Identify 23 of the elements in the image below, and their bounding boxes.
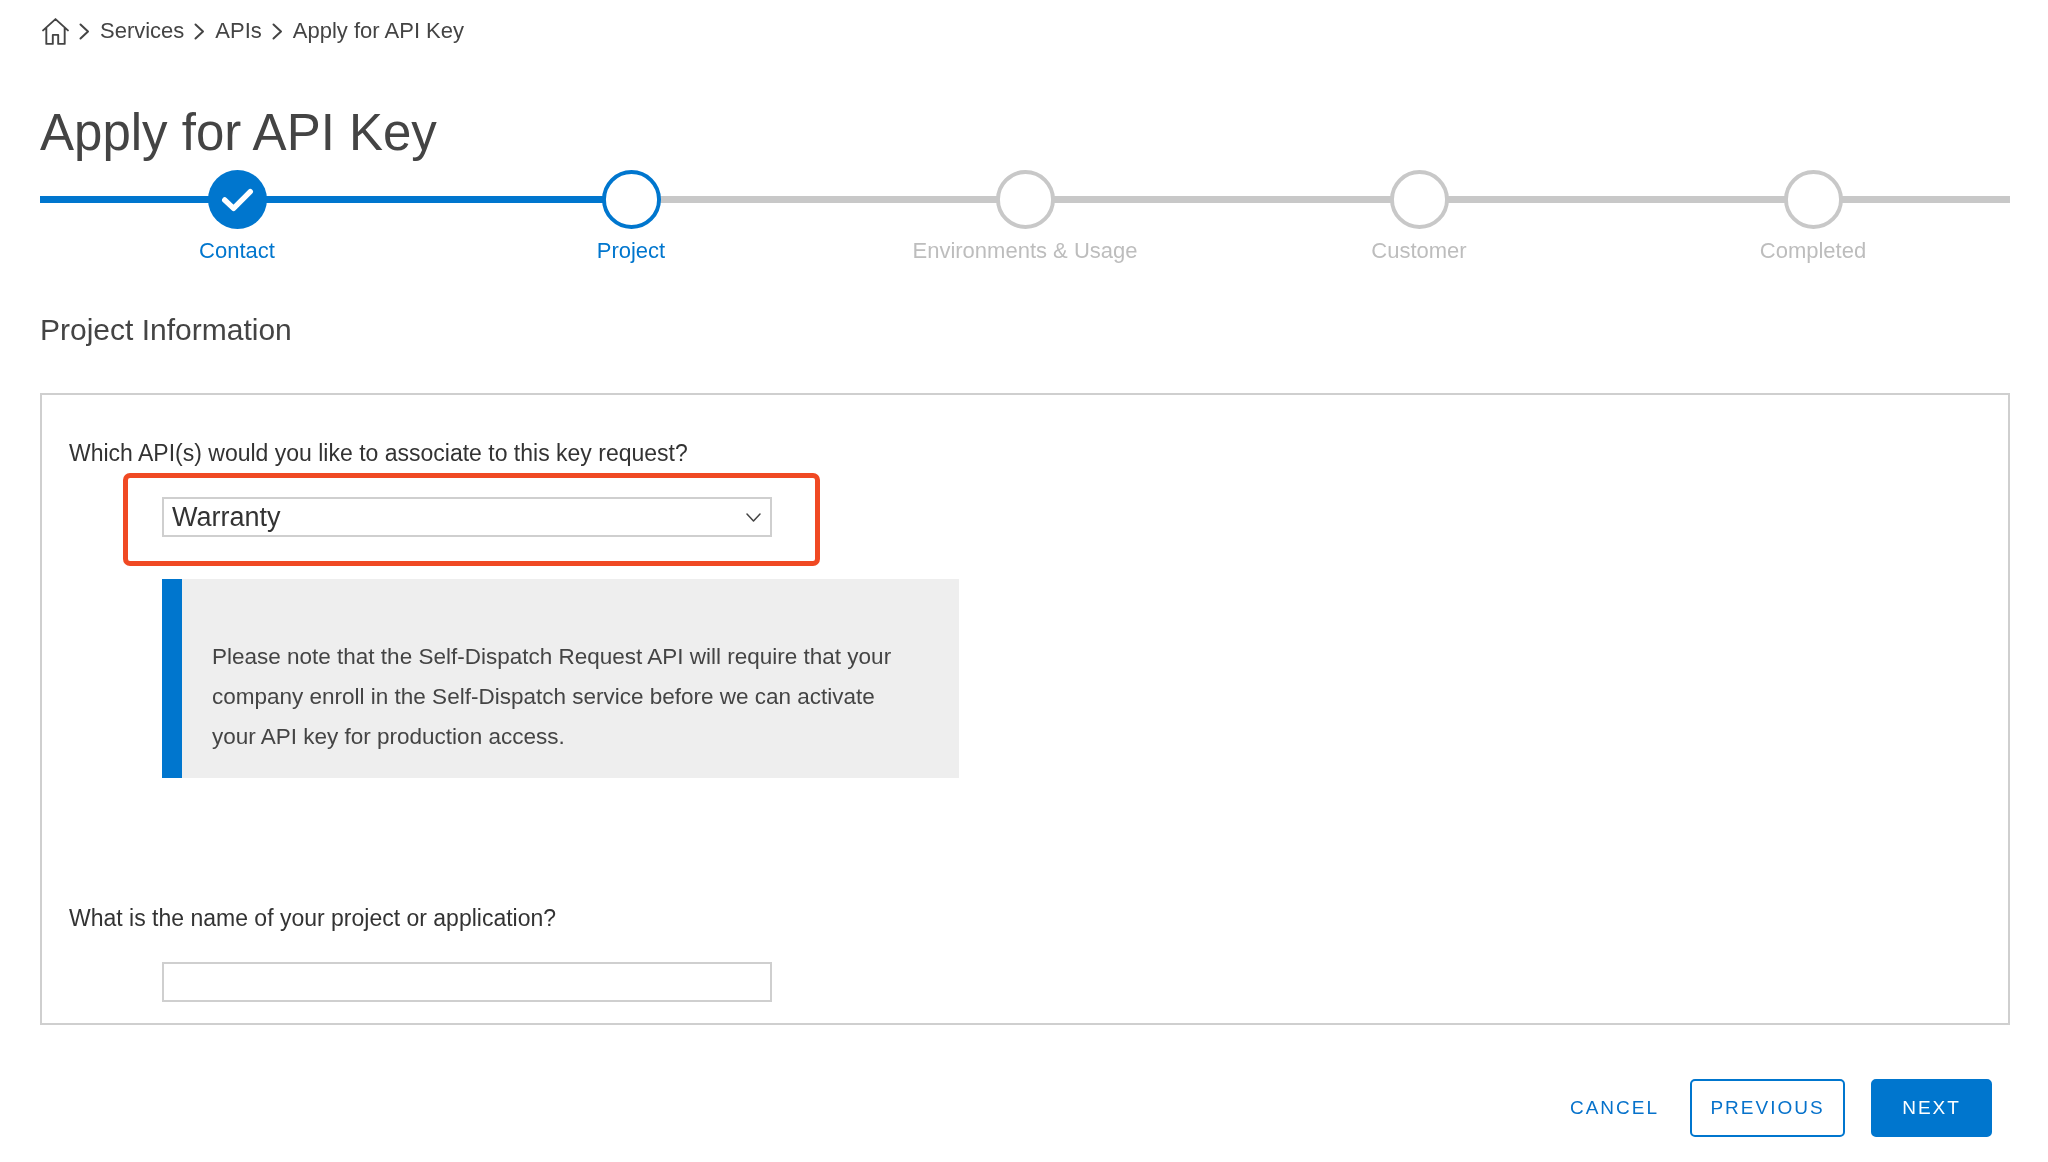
page-title: Apply for API Key — [40, 103, 437, 163]
chevron-down-icon — [746, 512, 761, 522]
next-button[interactable]: NEXT — [1871, 1079, 1992, 1137]
breadcrumb-link[interactable]: Services — [100, 16, 185, 46]
info-note: Please note that the Self-Dispatch Request API will require that your company enroll in the Self-Dispatch service before we can activate your API key for production access. — [162, 579, 959, 778]
chevron-right-icon — [79, 22, 90, 40]
breadcrumb-current: Apply for API Key — [292, 17, 465, 45]
section-title: Project Information — [40, 312, 292, 348]
step-label: Project — [596, 237, 666, 265]
step-label: Customer — [1371, 237, 1467, 265]
step-label: Contact — [199, 237, 275, 265]
step-label: Environments & Usage — [912, 237, 1138, 265]
input-field[interactable] — [162, 962, 772, 1002]
step-label: Completed — [1759, 237, 1867, 265]
cancel-button[interactable]: CANCEL — [1551, 1079, 1677, 1137]
previous-button[interactable]: PREVIOUS — [1690, 1079, 1845, 1137]
chevron-right-icon — [271, 22, 283, 40]
api-select[interactable]: Warranty — [162, 497, 772, 537]
home-icon[interactable] — [42, 17, 69, 45]
breadcrumb-link[interactable]: APIs — [215, 16, 262, 46]
question-label: What is the name of your project or application? — [69, 904, 557, 933]
question-label: Which API(s) would you like to associate to this key request? — [69, 439, 688, 468]
chevron-right-icon — [194, 22, 206, 40]
